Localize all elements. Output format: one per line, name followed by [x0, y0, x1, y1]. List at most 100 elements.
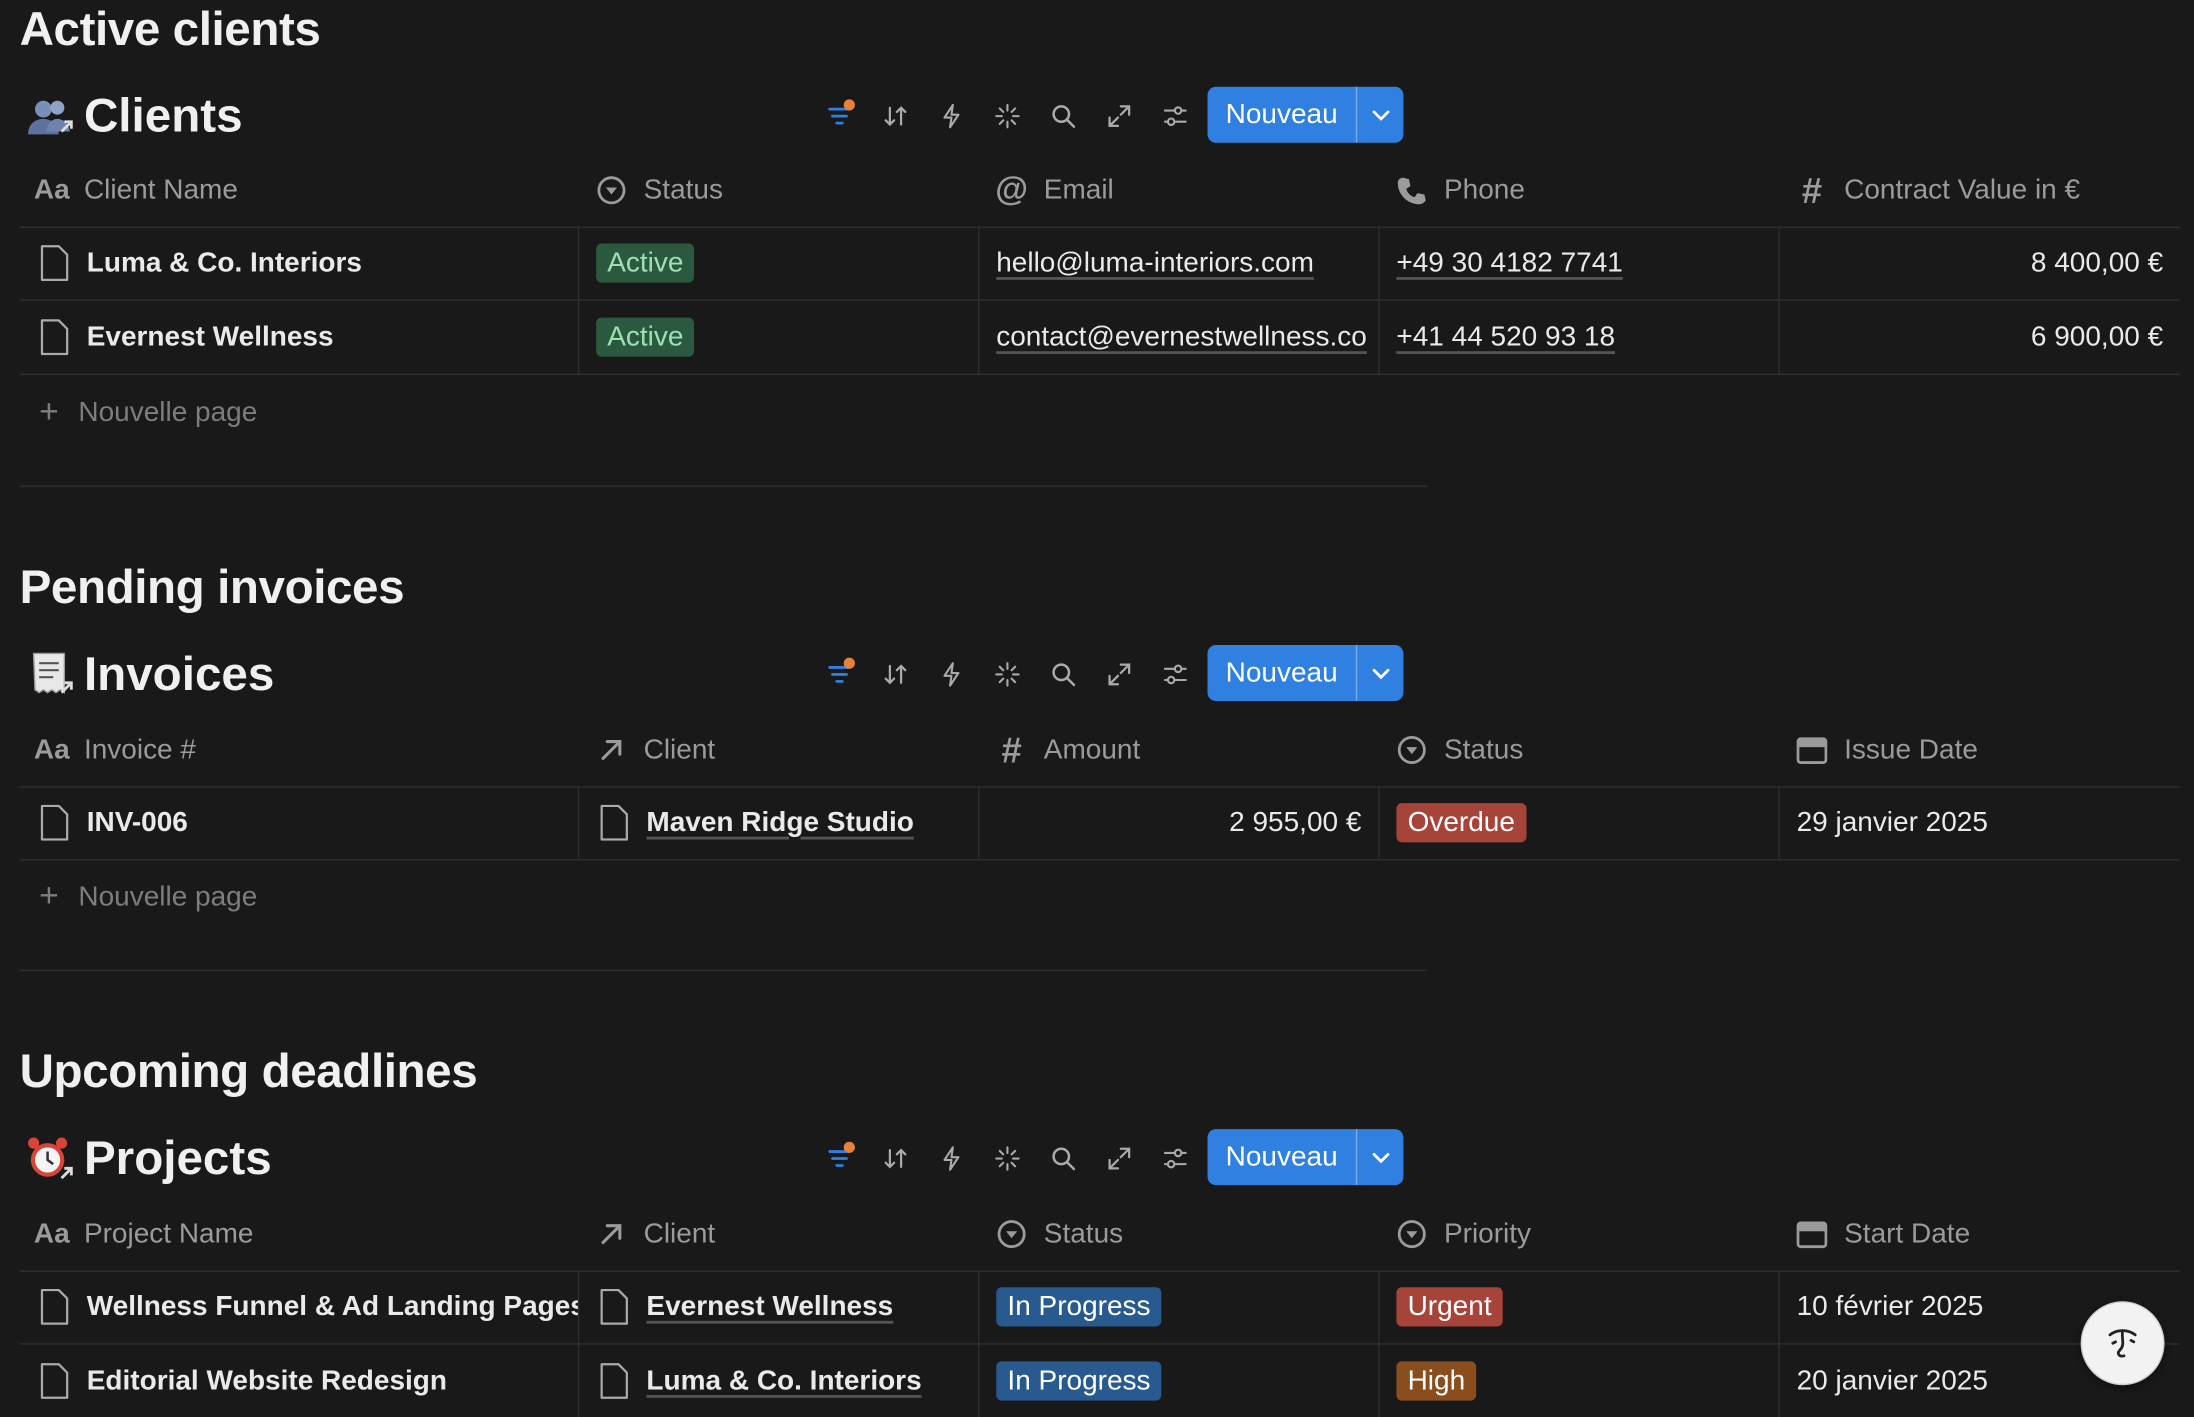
search-icon — [1052, 663, 1076, 687]
filter-button[interactable] — [812, 1133, 868, 1183]
column-header[interactable]: Priority — [1394, 1198, 1531, 1271]
table-row[interactable]: Evernest Wellness Active contact@evernes… — [19, 300, 2180, 375]
column-header[interactable]: Aa Project Name — [34, 1198, 254, 1271]
help-button[interactable] — [2080, 1301, 2165, 1386]
ai-button[interactable] — [979, 649, 1035, 699]
automation-button[interactable] — [923, 1133, 979, 1183]
sort-button[interactable] — [868, 649, 924, 699]
phone-link[interactable]: +41 44 520 93 18 — [1396, 321, 1615, 353]
client-relation-cell[interactable]: Luma & Co. Interiors — [579, 1344, 980, 1417]
status-badge: Overdue — [1396, 803, 1527, 843]
phone-link[interactable]: +49 30 4182 7741 — [1396, 247, 1622, 279]
status-cell[interactable]: In Progress — [979, 1344, 1380, 1417]
sliders-icon — [1164, 106, 1187, 126]
status-badge: Active — [596, 317, 695, 357]
new-button[interactable]: Nouveau — [1207, 645, 1404, 701]
ai-button[interactable] — [979, 91, 1035, 141]
expand-button[interactable] — [1091, 1133, 1147, 1183]
select-property-icon — [1394, 1216, 1430, 1252]
new-button[interactable]: Nouveau — [1207, 86, 1404, 143]
column-header[interactable]: Client — [593, 1198, 715, 1271]
expand-button[interactable] — [1091, 649, 1147, 699]
relation-link[interactable]: Evernest Wellness — [646, 1291, 893, 1323]
column-header[interactable]: @ Email — [993, 154, 1114, 227]
contract-value-cell[interactable]: 6 900,00 € — [1780, 301, 2180, 374]
relation-link[interactable]: Maven Ridge Studio — [646, 807, 913, 839]
column-header[interactable]: Phone — [1394, 154, 1525, 227]
number-property-icon: # — [1801, 168, 1823, 211]
filter-button[interactable] — [812, 91, 868, 141]
automation-button[interactable] — [923, 91, 979, 141]
page-icon — [600, 1363, 628, 1399]
column-header[interactable]: Status — [1394, 714, 1523, 787]
priority-badge: Urgent — [1396, 1287, 1503, 1327]
relation-link[interactable]: Luma & Co. Interiors — [646, 1365, 921, 1397]
table-row[interactable]: INV-006 Maven Ridge Studio 2 955,00 € Ov… — [19, 786, 2180, 861]
column-header[interactable]: Client — [593, 714, 715, 787]
new-page-button[interactable]: + Nouvelle page — [39, 385, 257, 441]
new-dropdown-button[interactable] — [1357, 1129, 1403, 1185]
priority-cell[interactable]: High — [1380, 1344, 1780, 1417]
number-property-icon: # — [1001, 728, 1022, 771]
new-button[interactable]: Nouveau — [1207, 1129, 1404, 1186]
project-name-cell[interactable]: Wellness Funnel & Ad Landing Pages — [20, 1270, 580, 1344]
priority-cell[interactable]: Urgent — [1380, 1270, 1780, 1344]
amount-cell[interactable]: 2 955,00 € — [979, 786, 1380, 860]
issue-date-cell[interactable]: 29 janvier 2025 — [1780, 786, 2180, 859]
status-cell[interactable]: Active — [579, 300, 980, 374]
client-name-cell[interactable]: Evernest Wellness — [20, 300, 580, 374]
ai-button[interactable] — [979, 1133, 1035, 1183]
client-relation-cell[interactable]: Evernest Wellness — [579, 1270, 980, 1344]
database-title[interactable]: Invoices — [84, 645, 274, 704]
settings-button[interactable] — [1147, 1133, 1203, 1183]
toolbar — [812, 1133, 1204, 1183]
status-cell[interactable]: Active — [579, 226, 980, 300]
email-link[interactable]: contact@evernestwellness.co — [996, 321, 1367, 353]
email-cell[interactable]: hello@luma-interiors.com — [979, 226, 1380, 300]
settings-button[interactable] — [1147, 649, 1203, 699]
new-dropdown-button[interactable] — [1357, 87, 1403, 143]
status-cell[interactable]: Overdue — [1380, 786, 1780, 860]
status-badge: Active — [596, 243, 695, 283]
search-button[interactable] — [1035, 91, 1091, 141]
column-header[interactable]: # Amount — [993, 714, 1140, 787]
relation-arrow-icon — [593, 732, 629, 768]
search-button[interactable] — [1035, 1133, 1091, 1183]
expand-button[interactable] — [1091, 91, 1147, 141]
new-button-label[interactable]: Nouveau — [1208, 87, 1356, 143]
client-name-cell[interactable]: Luma & Co. Interiors — [20, 226, 580, 300]
column-header[interactable]: Start Date — [1794, 1198, 1970, 1271]
database-title[interactable]: Projects — [84, 1129, 272, 1188]
phone-cell[interactable]: +41 44 520 93 18 — [1380, 300, 1780, 374]
column-header[interactable]: Status — [993, 1198, 1123, 1271]
toolbar — [812, 91, 1204, 141]
automation-button[interactable] — [923, 649, 979, 699]
column-header[interactable]: Aa Client Name — [34, 154, 238, 227]
sort-button[interactable] — [868, 1133, 924, 1183]
database-title[interactable]: Clients — [84, 87, 243, 146]
filter-button[interactable] — [812, 649, 868, 699]
new-dropdown-button[interactable] — [1357, 645, 1403, 701]
table-row[interactable]: Editorial Website Redesign Luma & Co. In… — [20, 1344, 2180, 1417]
search-button[interactable] — [1035, 649, 1091, 699]
column-header[interactable]: Status — [593, 154, 723, 227]
priority-badge: High — [1396, 1361, 1477, 1401]
email-link[interactable]: hello@luma-interiors.com — [996, 247, 1314, 279]
phone-cell[interactable]: +49 30 4182 7741 — [1380, 226, 1780, 300]
email-cell[interactable]: contact@evernestwellness.co — [979, 300, 1380, 374]
project-name-cell[interactable]: Editorial Website Redesign — [20, 1344, 580, 1417]
new-page-button[interactable]: + Nouvelle page — [39, 869, 257, 925]
column-header[interactable]: # Contract Value in € — [1794, 154, 2080, 227]
contract-value-cell[interactable]: 8 400,00 € — [1780, 227, 2180, 300]
column-header[interactable]: Aa Invoice # — [34, 714, 196, 787]
settings-button[interactable] — [1147, 91, 1203, 141]
new-button-label[interactable]: Nouveau — [1208, 1129, 1356, 1185]
table-row[interactable]: Wellness Funnel & Ad Landing Pages Evern… — [19, 1270, 2180, 1345]
new-button-label[interactable]: Nouveau — [1208, 645, 1356, 701]
table-row[interactable]: Luma & Co. Interiors Active hello@luma-i… — [19, 226, 2180, 301]
status-cell[interactable]: In Progress — [979, 1270, 1380, 1344]
sort-button[interactable] — [868, 91, 924, 141]
column-header[interactable]: Issue Date — [1794, 714, 1978, 787]
client-relation-cell[interactable]: Maven Ridge Studio — [579, 786, 980, 860]
invoice-number-cell[interactable]: INV-006 — [20, 786, 580, 860]
